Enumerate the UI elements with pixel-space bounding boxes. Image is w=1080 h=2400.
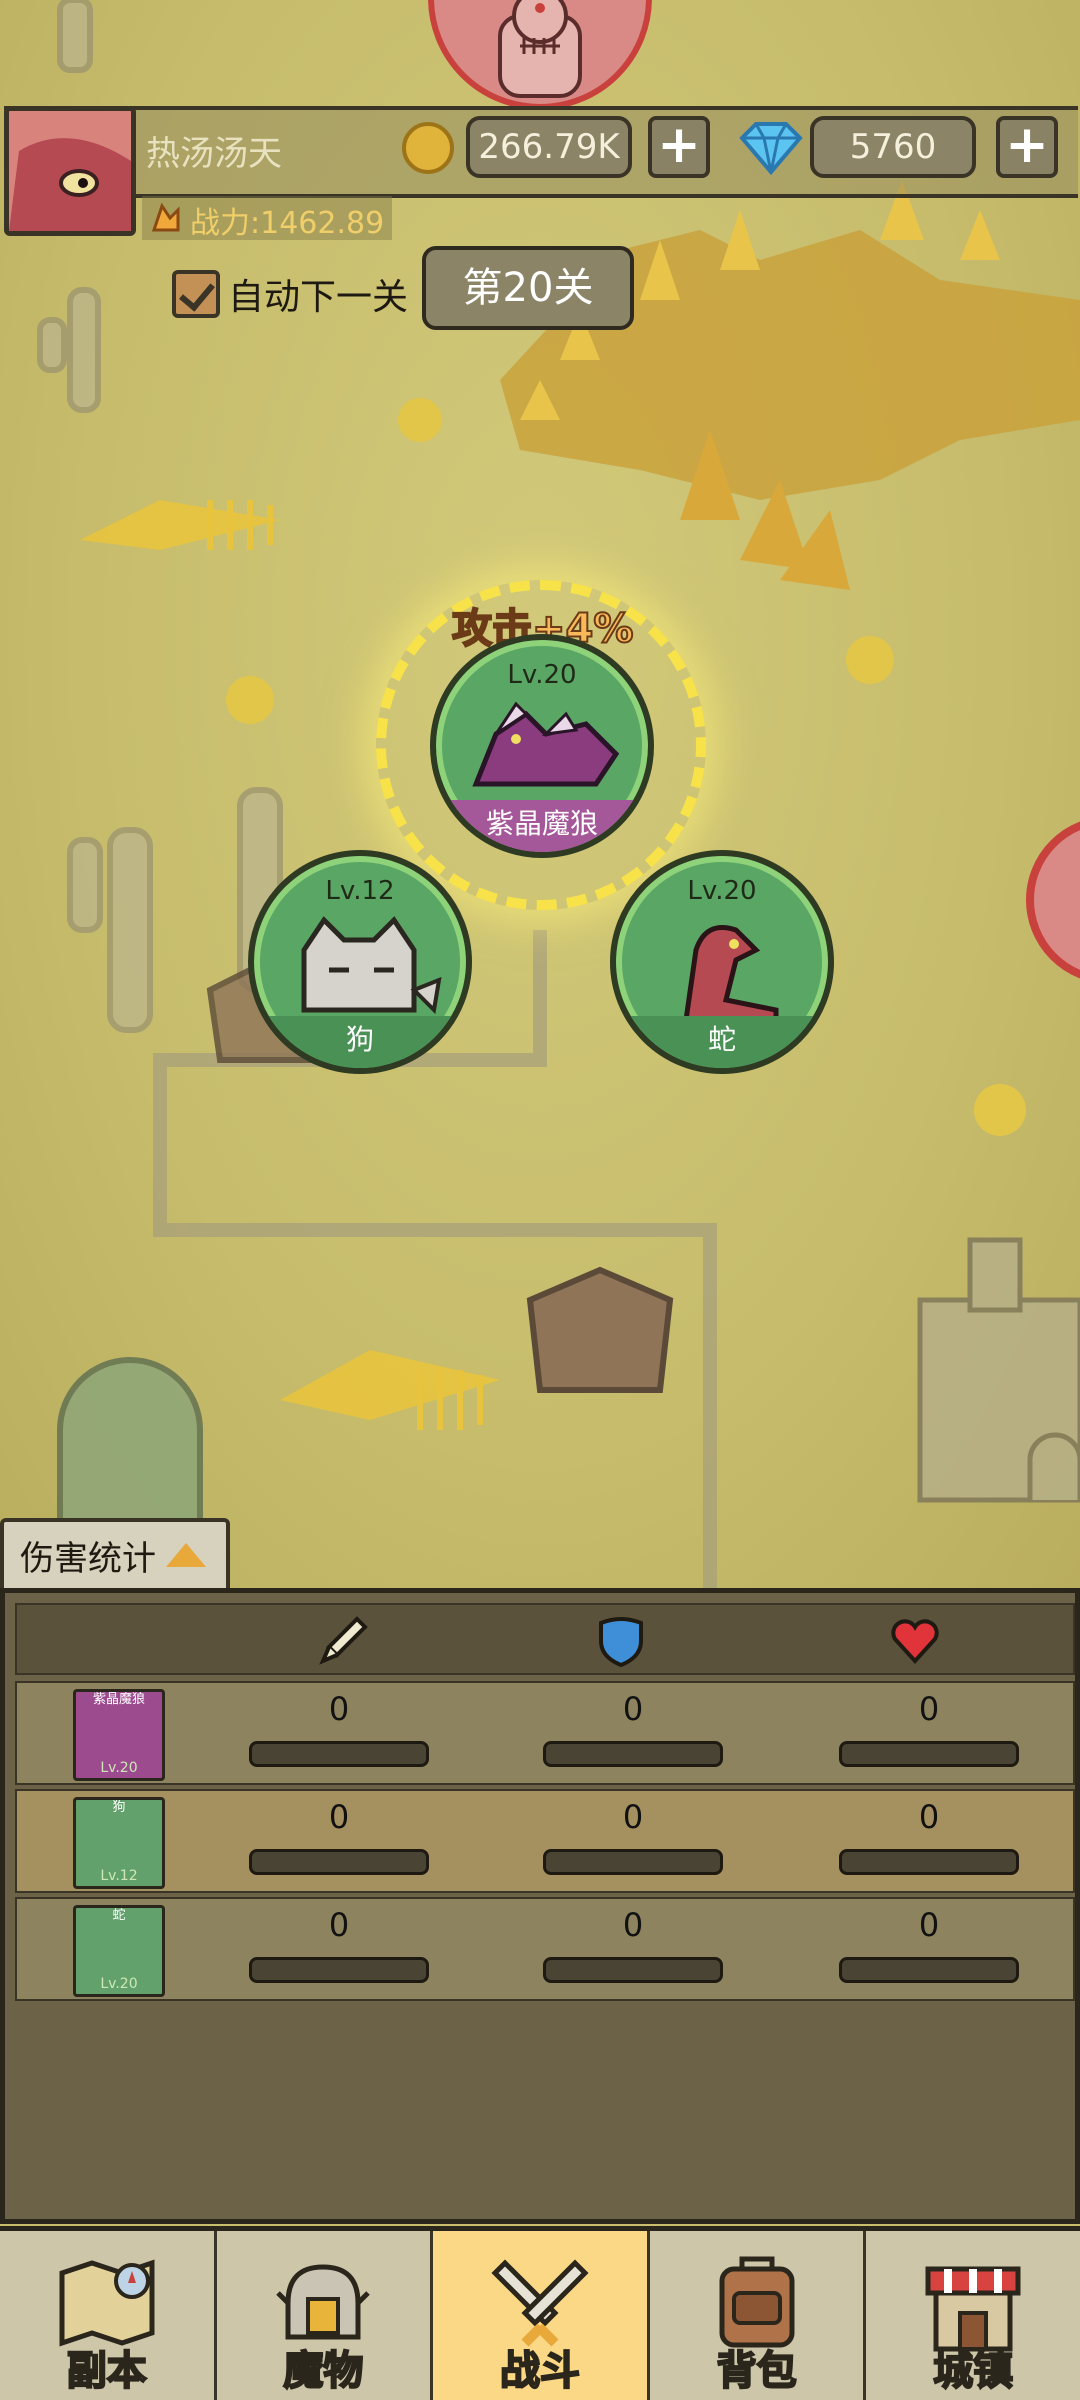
auto-next-label: 自动下一关 <box>228 277 409 318</box>
gold-coin-icon <box>402 122 454 174</box>
attack-value: 0 <box>328 1690 350 1728</box>
monster-thumbnail: 狗 Lv.12 <box>73 1797 165 1889</box>
defense-bar <box>543 1957 723 1983</box>
attack-bar <box>249 1957 429 1983</box>
diamond-icon <box>739 122 803 176</box>
thumb-level: Lv.20 <box>100 1760 138 1776</box>
nav-label: 背包 <box>716 2347 798 2395</box>
red-snake-icon <box>683 925 779 1020</box>
monster-thumbnail: 蛇 Lv.20 <box>73 1905 165 1997</box>
monster-level: Lv.12 <box>325 876 395 906</box>
auto-next-checkbox[interactable] <box>172 270 220 318</box>
stats-row-dog: 狗 Lv.12 0 0 0 <box>15 1789 1075 1893</box>
gold-amount: 266.79K <box>466 116 632 178</box>
thumb-level: Lv.20 <box>100 1976 138 1992</box>
defense-stat: 0 <box>543 1689 723 1767</box>
defense-bar <box>543 1741 723 1767</box>
monster-level: Lv.20 <box>687 876 757 906</box>
nav-dungeon[interactable]: 副本 <box>0 2231 217 2400</box>
monster-level: Lv.20 <box>507 660 577 690</box>
defense-stat: 0 <box>543 1905 723 1983</box>
monster-name: 蛇 <box>616 1016 828 1068</box>
attack-stat: 0 <box>249 1797 429 1875</box>
attack-bar <box>249 1849 429 1875</box>
nav-monsters[interactable]: 魔物 <box>216 2231 434 2400</box>
attack-bar <box>249 1741 429 1767</box>
heal-stat: 0 <box>839 1797 1019 1875</box>
nav-battle[interactable]: 战斗 <box>433 2231 650 2400</box>
nav-label: 城镇 <box>932 2347 1014 2395</box>
stage-button[interactable]: 第20关 <box>422 246 634 330</box>
monster-node-dog[interactable]: Lv.12 狗 <box>248 850 472 1074</box>
nav-town[interactable]: 城镇 <box>866 2231 1080 2400</box>
bottom-nav: 副本 魔物 战斗 背包 城镇 <box>0 2226 1080 2400</box>
monster-name: 狗 <box>254 1016 466 1068</box>
monster-node-wolf[interactable]: Lv.20 紫晶魔狼 <box>430 634 654 858</box>
heal-stat: 0 <box>839 1689 1019 1767</box>
gem-amount: 5760 <box>810 116 976 178</box>
add-gems-button[interactable]: + <box>996 116 1058 178</box>
purple-wolf-icon <box>472 701 620 787</box>
player-avatar[interactable] <box>4 106 136 236</box>
monster-name: 紫晶魔狼 <box>436 800 648 852</box>
nav-backpack[interactable]: 背包 <box>649 2231 867 2400</box>
power-icon <box>151 202 180 232</box>
heal-value: 0 <box>918 1906 940 1944</box>
heal-value: 0 <box>918 1798 940 1836</box>
thumb-level: Lv.12 <box>100 1868 138 1884</box>
combat-power: 战力:1462.89 <box>190 206 385 241</box>
heal-bar <box>839 1741 1019 1767</box>
thumb-name: 蛇 <box>112 1908 126 1923</box>
defense-stat: 0 <box>543 1797 723 1875</box>
nav-label: 魔物 <box>282 2347 364 2395</box>
grey-dog-icon <box>301 916 442 1015</box>
defense-value: 0 <box>622 1690 644 1728</box>
defense-value: 0 <box>622 1798 644 1836</box>
nav-label: 战斗 <box>499 2347 581 2395</box>
defense-value: 0 <box>622 1906 644 1944</box>
add-gold-button[interactable]: + <box>648 116 710 178</box>
player-name: 热汤汤天 <box>146 134 282 174</box>
heal-value: 0 <box>918 1690 940 1728</box>
attack-stat: 0 <box>249 1689 429 1767</box>
monster-thumbnail: 紫晶魔狼 Lv.20 <box>73 1689 165 1781</box>
monster-node-snake[interactable]: Lv.20 蛇 <box>610 850 834 1074</box>
thumb-name: 狗 <box>112 1800 126 1815</box>
attack-value: 0 <box>328 1906 350 1944</box>
heart-icon <box>891 1619 939 1664</box>
defense-bar <box>543 1849 723 1875</box>
heal-stat: 0 <box>839 1905 1019 1983</box>
lizard-avatar-icon <box>9 111 131 231</box>
auto-next-toggle[interactable]: 自动下一关 <box>172 268 408 320</box>
shield-icon <box>599 1617 643 1667</box>
heal-bar <box>839 1849 1019 1875</box>
stats-header <box>15 1603 1075 1675</box>
nav-label: 副本 <box>66 2347 148 2395</box>
damage-stats-label: 伤害统计 <box>20 1538 156 1579</box>
attack-stat: 0 <box>249 1905 429 1983</box>
damage-stats-panel: 紫晶魔狼 Lv.20 0 0 0 狗 Lv.12 0 0 0 蛇 Lv.20 0… <box>0 1588 1080 2224</box>
collapse-arrow-icon <box>166 1543 206 1567</box>
stats-row-snake: 蛇 Lv.20 0 0 0 <box>15 1897 1075 2001</box>
attack-value: 0 <box>328 1798 350 1836</box>
damage-stats-tab[interactable]: 伤害统计 <box>0 1518 230 1588</box>
stats-row-wolf: 紫晶魔狼 Lv.20 0 0 0 <box>15 1681 1075 1785</box>
attack-icon <box>319 1616 368 1665</box>
heal-bar <box>839 1957 1019 1983</box>
thumb-name: 紫晶魔狼 <box>92 1692 145 1707</box>
